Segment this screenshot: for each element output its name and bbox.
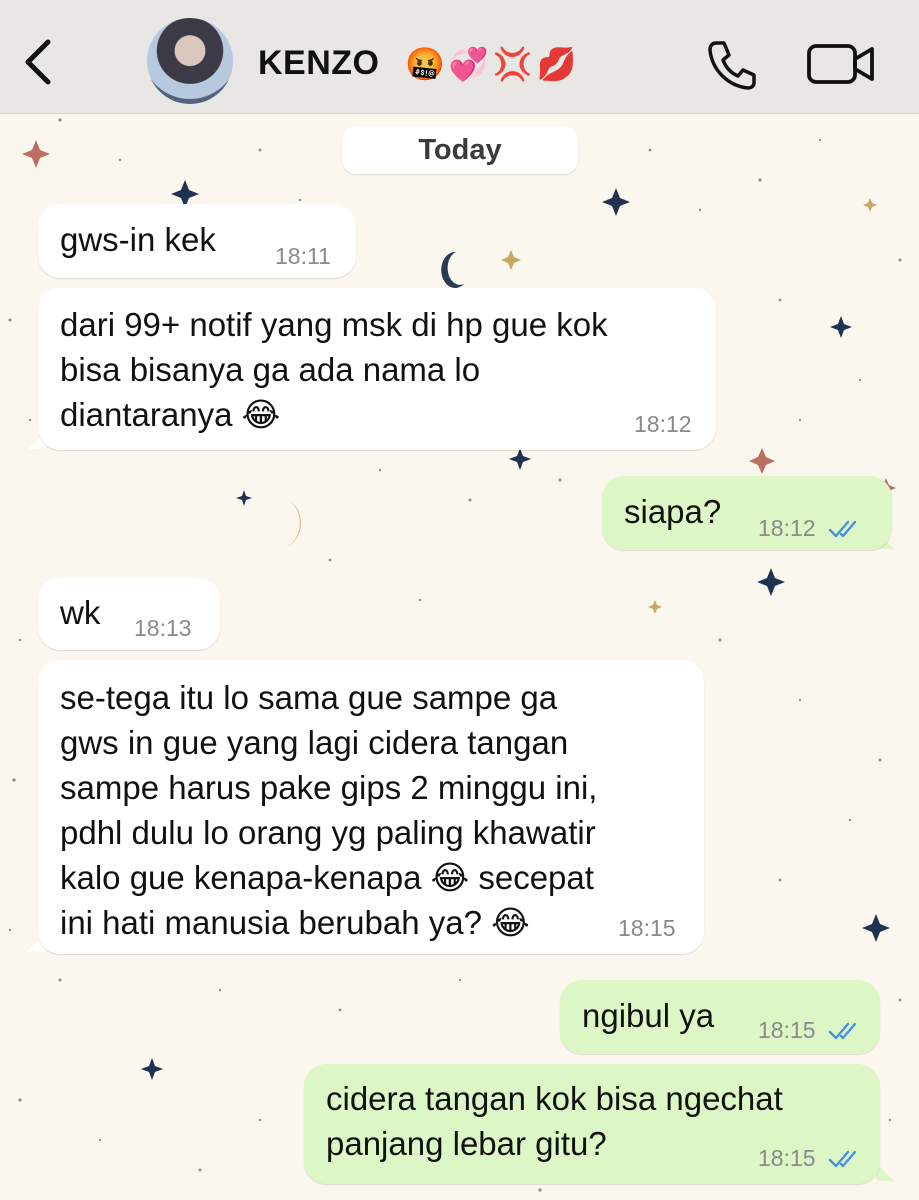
incoming-message[interactable]: dari 99+ notif yang msk di hp gue kok bi…: [38, 288, 716, 450]
star-icon: [22, 140, 50, 168]
message-line: dari 99+ notif yang msk di hp gue kok: [60, 306, 608, 343]
incoming-message[interactable]: se-tega itu lo sama gue sampe ga gws in …: [38, 660, 704, 954]
voice-call-button[interactable]: [704, 38, 758, 90]
star-icon: [236, 490, 252, 506]
message-time: 18:15: [618, 915, 676, 941]
emoji: 💋: [536, 45, 577, 83]
message-text: se-tega itu lo sama gue sampe ga gws in …: [60, 675, 597, 945]
contact-name-emojis: 🤬 💞 💢 💋: [405, 44, 576, 84]
outgoing-message[interactable]: cidera tangan kok bisa ngechat panjang l…: [304, 1064, 880, 1184]
star-icon: [862, 914, 890, 942]
moon-icon: [441, 251, 464, 288]
incoming-message[interactable]: gws-in kek 18:11: [38, 204, 356, 278]
outgoing-message[interactable]: siapa? 18:12: [602, 476, 892, 550]
message-line: bisa bisanya ga ada nama lo: [60, 351, 481, 388]
outgoing-message[interactable]: ngibul ya 18:15: [560, 980, 880, 1054]
chat-header: KENZO 🤬 💞 💢 💋: [0, 0, 919, 114]
star-icon: [602, 188, 630, 216]
message-text: cidera tangan kok bisa ngechat panjang l…: [326, 1076, 783, 1166]
contact-name[interactable]: KENZO: [258, 44, 380, 83]
star-icon: [509, 448, 531, 470]
message-time: 18:13: [134, 615, 192, 641]
message-line: diantaranya 😂: [60, 396, 281, 433]
message-line: kalo gue kenapa-kenapa 😂 secepat: [60, 859, 594, 896]
message-text: wk: [60, 594, 101, 631]
message-line: sampe harus pake gips 2 minggu ini,: [60, 769, 598, 806]
message-line: cidera tangan kok bisa ngechat: [326, 1080, 783, 1117]
video-camera-icon: [807, 44, 874, 84]
message-text: siapa?: [624, 493, 722, 530]
message-text: dari 99+ notif yang msk di hp gue kok bi…: [60, 302, 608, 437]
star-icon: [830, 316, 852, 338]
message-time: 18:11: [275, 243, 331, 269]
read-receipt-icon: [828, 1150, 857, 1168]
message-text: gws-in kek: [60, 221, 216, 258]
back-button[interactable]: [20, 36, 60, 88]
star-icon: [501, 250, 521, 270]
message-time: 18:15: [758, 1017, 816, 1043]
chevron-left-icon: [25, 39, 51, 85]
read-receipt-icon: [828, 520, 857, 538]
message-time: 18:12: [634, 411, 692, 437]
emoji: 💞: [448, 45, 489, 83]
contact-avatar[interactable]: [147, 18, 233, 104]
star-icon: [863, 198, 877, 212]
moon-icon: [282, 499, 301, 546]
message-line: se-tega itu lo sama gue sampe ga: [60, 679, 558, 716]
message-line: panjang lebar gitu?: [326, 1125, 607, 1162]
message-line: pdhl dulu lo orang yg paling khawatir: [60, 814, 596, 851]
message-time: 18:12: [758, 515, 816, 541]
incoming-message[interactable]: wk 18:13: [38, 578, 220, 650]
video-call-button[interactable]: [806, 42, 876, 86]
date-separator: Today: [342, 126, 578, 174]
read-receipt-icon: [828, 1022, 857, 1040]
message-line: gws in gue yang lagi cidera tangan: [60, 724, 569, 761]
message-time: 18:15: [758, 1145, 816, 1171]
message-text: ngibul ya: [582, 997, 715, 1034]
emoji: 💢: [492, 45, 533, 83]
emoji: 🤬: [405, 45, 445, 83]
message-line: ini hati manusia berubah ya? 😂: [60, 904, 530, 941]
star-icon: [141, 1058, 163, 1080]
star-icon: [749, 448, 775, 474]
phone-icon: [708, 41, 756, 90]
star-icon: [757, 568, 785, 596]
star-icon: [648, 600, 662, 614]
